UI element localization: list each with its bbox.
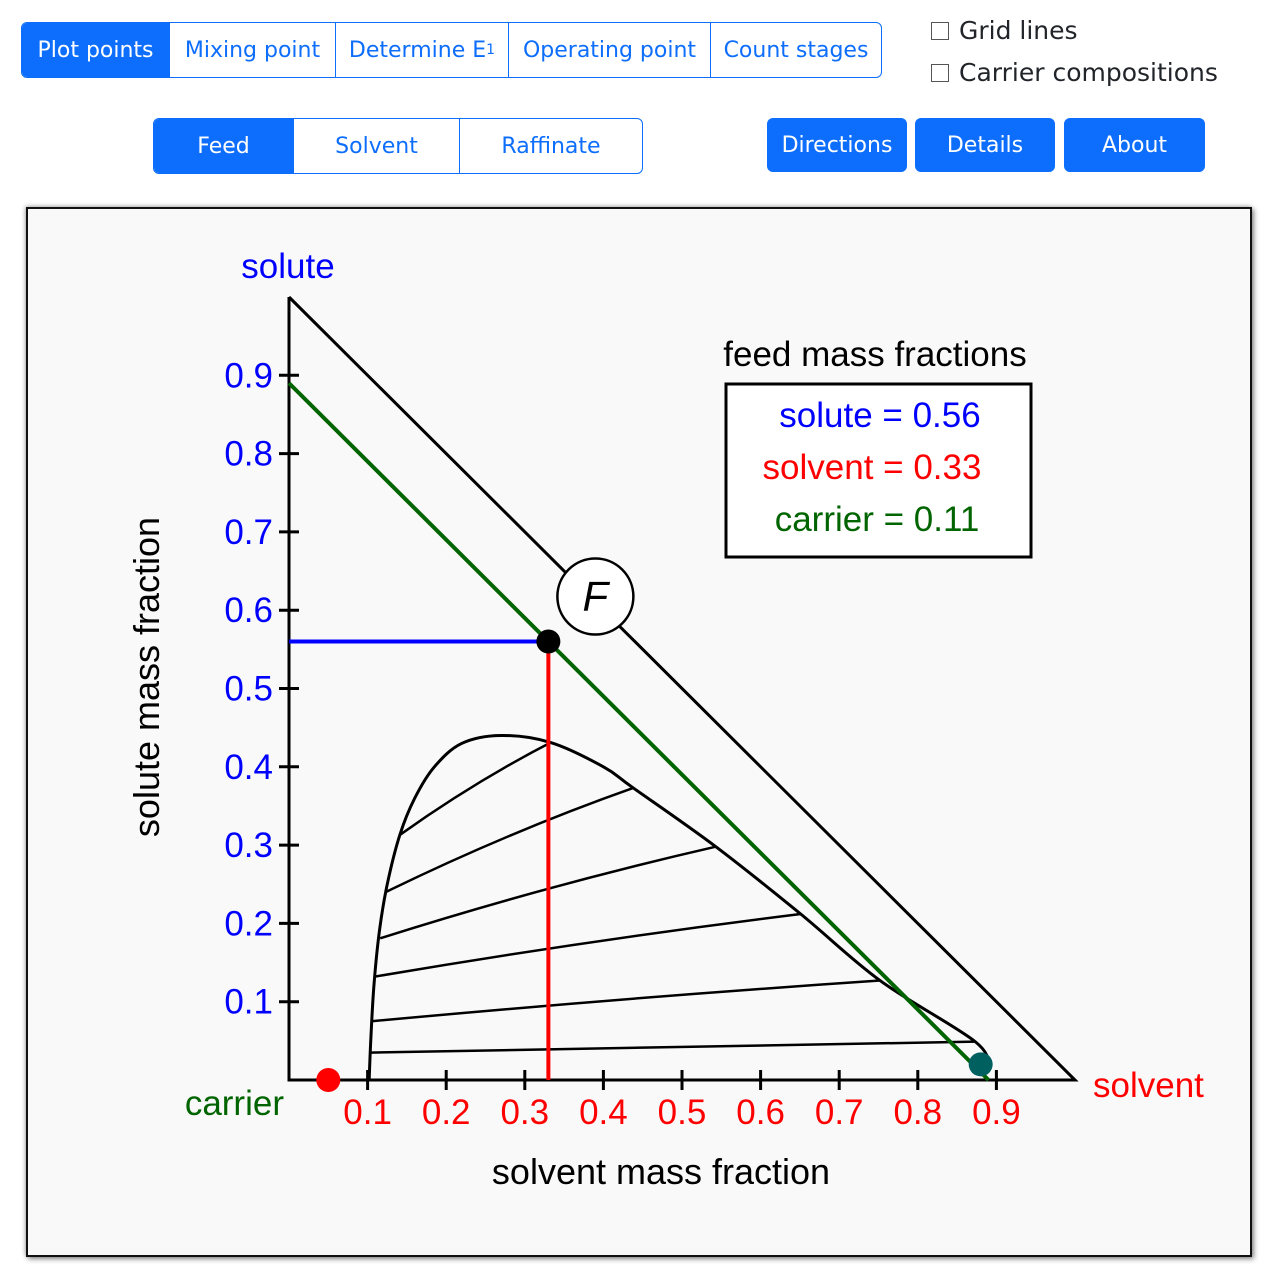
tie-line xyxy=(371,979,881,1023)
y-tick-label: 0.6 xyxy=(224,591,273,630)
grid-lines-label: Grid lines xyxy=(959,16,1078,45)
ternary-chart[interactable]: 0.1 0.2 0.3 0.4 0.5 0.6 0.7 0.8 0.9 0.1 0.2 0.3 0.4 0… xyxy=(28,209,1250,1255)
y-tick-label: 0.2 xyxy=(224,904,273,943)
y-tick-label: 0.5 xyxy=(224,670,273,709)
plot-area[interactable]: 0.1 0.2 0.3 0.4 0.5 0.6 0.7 0.8 0.9 0.1 0.2 0.3 0.4 0… xyxy=(26,207,1252,1257)
tie-line xyxy=(369,1040,976,1054)
solvent-point[interactable] xyxy=(316,1068,341,1092)
y-tick-label: 0.1 xyxy=(224,983,273,1022)
x-tick-label: 0.2 xyxy=(422,1093,471,1132)
info-carrier: carrier = 0.11 xyxy=(775,500,980,539)
marks: F xyxy=(316,557,993,1092)
info-solvent: solvent = 0.33 xyxy=(763,448,982,487)
y-tick-label: 0.8 xyxy=(224,435,273,474)
step-tab-group: Plot points Mixing point Determine E1 Op… xyxy=(21,22,882,78)
info-solute: solute = 0.56 xyxy=(779,396,980,435)
tab-raffinate[interactable]: Raffinate xyxy=(460,119,642,173)
extract-point[interactable] xyxy=(968,1052,993,1077)
x-tick-label: 0.9 xyxy=(972,1093,1021,1132)
tab-determine-e1[interactable]: Determine E1 xyxy=(336,23,509,77)
grid-lines-checkbox-box[interactable] xyxy=(931,21,949,40)
tie-line xyxy=(374,912,801,978)
vertex-label-solvent: solvent xyxy=(1093,1066,1204,1105)
x-tick-label: 0.3 xyxy=(500,1093,549,1132)
grid-lines-checkbox[interactable]: Grid lines xyxy=(931,16,1078,45)
tab-plot-points[interactable]: Plot points xyxy=(22,23,170,77)
vertex-label-carrier: carrier xyxy=(185,1084,285,1123)
binodal-curve xyxy=(367,733,990,1081)
y-tick-label: 0.4 xyxy=(224,748,273,787)
tab-operating-point[interactable]: Operating point xyxy=(509,23,711,77)
about-button[interactable]: About xyxy=(1064,118,1205,172)
directions-button[interactable]: Directions xyxy=(767,118,907,172)
x-tick-label: 0.7 xyxy=(815,1093,864,1132)
tab-mixing-point[interactable]: Mixing point xyxy=(170,23,336,77)
tab-solvent[interactable]: Solvent xyxy=(294,119,460,173)
y-axis-label: solute mass fraction xyxy=(126,517,167,837)
x-axis-label: solvent mass fraction xyxy=(492,1151,830,1192)
feed-point[interactable] xyxy=(536,629,561,654)
stream-tab-group: Feed Solvent Raffinate xyxy=(153,118,643,174)
info-box-title: feed mass fractions xyxy=(723,335,1026,374)
x-tick-label: 0.8 xyxy=(893,1093,942,1132)
carrier-compositions-label: Carrier compositions xyxy=(959,58,1218,87)
x-tick-label: 0.4 xyxy=(579,1093,628,1132)
x-tick-label: 0.6 xyxy=(736,1093,785,1132)
tab-count-stages[interactable]: Count stages xyxy=(711,23,881,77)
x-tick-label: 0.5 xyxy=(658,1093,707,1132)
tie-line xyxy=(399,741,552,836)
details-button[interactable]: Details xyxy=(915,118,1055,172)
y-tick-label: 0.7 xyxy=(224,513,273,552)
y-tick-label: 0.3 xyxy=(224,826,273,865)
tab-feed[interactable]: Feed xyxy=(154,119,294,173)
tab-determine-e1-label: Determine E xyxy=(348,37,487,63)
y-tick-label: 0.9 xyxy=(224,356,273,395)
carrier-compositions-checkbox[interactable]: Carrier compositions xyxy=(931,58,1218,87)
carrier-compositions-checkbox-box[interactable] xyxy=(931,63,949,82)
feed-label: F xyxy=(583,573,611,620)
vertex-label-solute: solute xyxy=(241,247,334,286)
tab-determine-e1-subscript: 1 xyxy=(486,42,496,58)
x-tick-label: 0.1 xyxy=(343,1093,392,1132)
